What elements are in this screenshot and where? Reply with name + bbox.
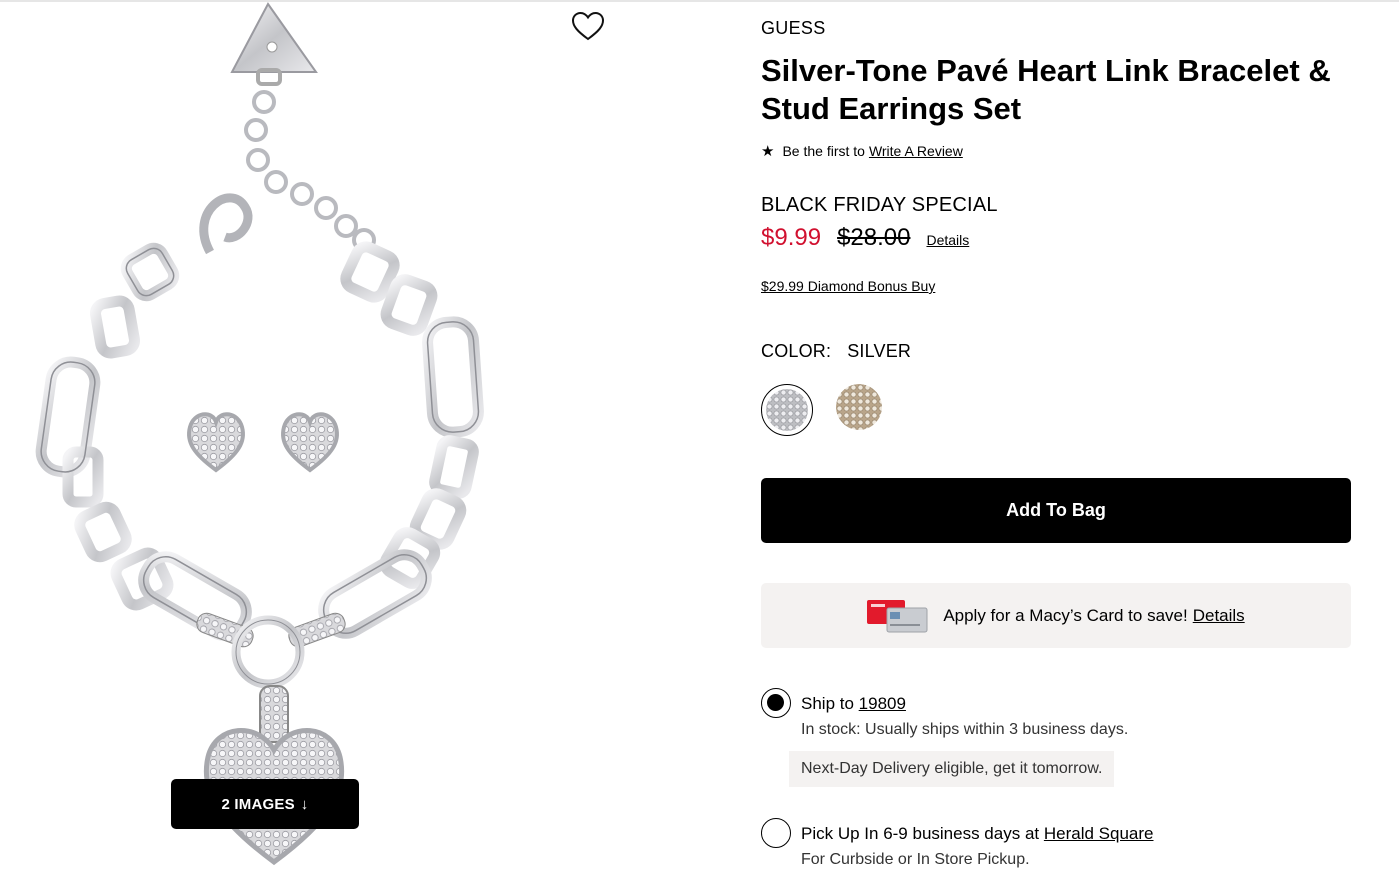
brand-name[interactable]: GUESS — [761, 18, 826, 39]
color-value: SILVER — [847, 341, 912, 361]
review-prompt-text: Be the first to — [782, 143, 865, 159]
pickup-label: Pick Up In 6-9 business days — [801, 824, 1021, 843]
silver-pave-swatch-image — [766, 389, 808, 431]
swatch-silver[interactable] — [761, 384, 813, 436]
credit-card-icon — [867, 599, 928, 632]
ship-option-radio[interactable] — [761, 688, 791, 718]
promo-label: BLACK FRIDAY SPECIAL — [761, 194, 998, 216]
product-title: Silver-Tone Pavé Heart Link Bracelet & S… — [761, 53, 1331, 126]
card-offer-details-link[interactable]: Details — [1193, 606, 1245, 626]
radio-selected-dot — [767, 694, 784, 711]
card-offer-text: Apply for a Macy’s Card to save! — [943, 605, 1188, 625]
star-icon: ★ — [761, 143, 775, 160]
swatch-gold[interactable] — [836, 384, 888, 436]
stock-status: In stock: Usually ships within 3 busines… — [801, 721, 1129, 738]
arrow-down-icon: ↓ — [300, 795, 309, 813]
heart-icon — [571, 11, 605, 41]
pickup-at-text: at — [1024, 824, 1040, 843]
sale-price: $9.99 — [761, 224, 822, 251]
ship-option-title: Ship to 19809 — [801, 694, 906, 714]
product-gallery: 2 IMAGES ↓ — [0, 2, 620, 869]
price-details-link[interactable]: Details — [926, 232, 969, 248]
macys-card-offer: Apply for a Macy’s Card to save! Details — [761, 583, 1351, 648]
gold-pave-swatch-image — [836, 384, 882, 430]
write-review-link[interactable]: Write A Review — [869, 143, 963, 159]
color-selector-label: COLOR: SILVER — [761, 341, 911, 362]
price-row: $9.99 $28.00 Details — [761, 224, 969, 252]
review-prompt: ★ Be the first to Write A Review — [761, 142, 963, 160]
pickup-store-link[interactable]: Herald Square — [1044, 824, 1154, 843]
next-day-badge: Next-Day Delivery eligible, get it tomor… — [789, 751, 1115, 787]
product-image — [35, 2, 484, 866]
add-to-bag-button[interactable]: Add To Bag — [761, 478, 1351, 543]
pickup-option-title: Pick Up In 6-9 business days at Herald S… — [801, 824, 1154, 844]
view-all-images-button[interactable]: 2 IMAGES ↓ — [171, 779, 359, 829]
pickup-subtext: For Curbside or In Store Pickup. — [801, 851, 1030, 868]
ship-label: Ship to — [801, 694, 854, 713]
wishlist-heart-button[interactable] — [569, 10, 607, 44]
bonus-buy-link[interactable]: $29.99 Diamond Bonus Buy — [761, 278, 935, 294]
color-label: COLOR: — [761, 341, 832, 361]
zip-code-link[interactable]: 19809 — [859, 694, 906, 713]
pickup-option-radio[interactable] — [761, 818, 791, 848]
original-price: $28.00 — [837, 224, 911, 251]
images-button-label: 2 IMAGES — [221, 795, 295, 813]
